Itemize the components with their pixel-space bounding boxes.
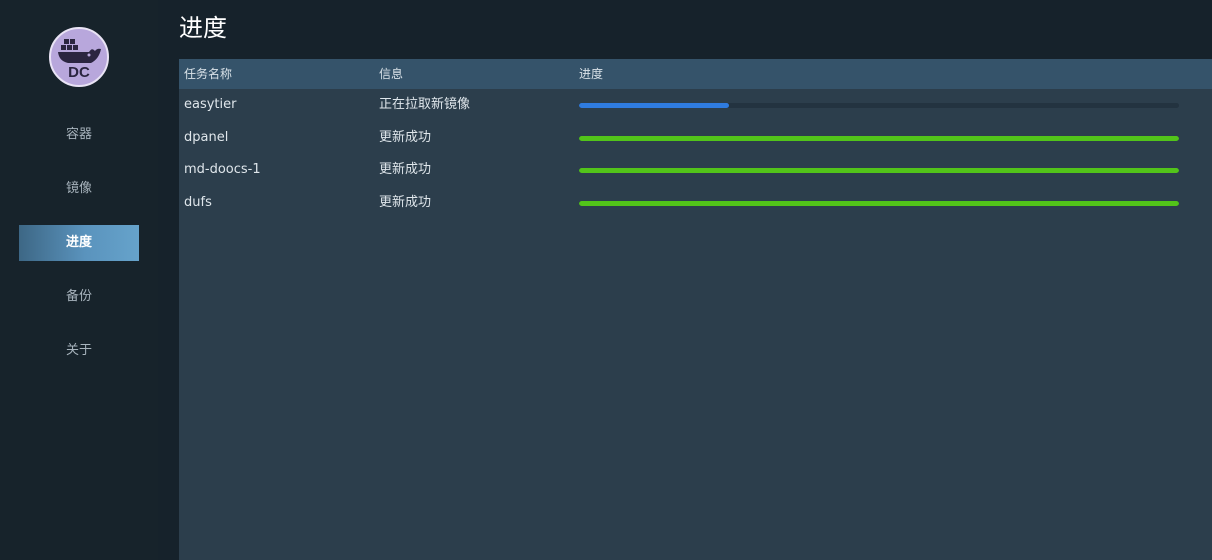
column-header-progress: 进度 [579, 67, 604, 81]
task-name: easytier [184, 97, 237, 112]
progress-bar-fill [579, 103, 729, 108]
sidebar-item-containers[interactable]: 容器 [19, 117, 139, 153]
column-header-task-name: 任务名称 [184, 67, 233, 81]
sidebar-item-backup[interactable]: 备份 [19, 279, 139, 315]
progress-bar [579, 168, 1179, 173]
sidebar: DC 容器 镜像 进度 备份 关于 [0, 0, 158, 560]
logo-text: DC [68, 64, 90, 81]
task-info: 更新成功 [379, 129, 432, 145]
table-row[interactable]: dpanel 更新成功 [179, 122, 1212, 155]
task-info: 更新成功 [379, 162, 432, 177]
task-name: dufs [184, 194, 212, 210]
docker-logo-icon: DC [49, 27, 109, 87]
progress-bar [579, 103, 1179, 108]
sidebar-item-progress[interactable]: 进度 [19, 225, 139, 261]
table-row[interactable]: easytier 正在拉取新镜像 [179, 89, 1212, 122]
progress-bar [579, 200, 1179, 206]
task-info: 正在拉取新镜像 [379, 97, 471, 112]
page-title: 进度 [179, 14, 227, 42]
sidebar-item-images[interactable]: 镜像 [19, 171, 139, 207]
task-name: md-doocs-1 [184, 162, 261, 177]
table-header: 任务名称 信息 进度 [179, 59, 1212, 89]
progress-bar-fill [579, 168, 1179, 173]
progress-bar-fill [579, 200, 1179, 206]
table-row[interactable]: dufs 更新成功 [179, 187, 1212, 220]
task-name: dpanel [184, 129, 229, 145]
column-header-info: 信息 [379, 67, 404, 81]
sidebar-item-about[interactable]: 关于 [19, 333, 139, 369]
progress-table: 任务名称 信息 进度 easytier 正在拉取新镜像 dpanel 更新成功 … [179, 59, 1212, 560]
table-row[interactable]: md-doocs-1 更新成功 [179, 154, 1212, 187]
progress-bar-fill [579, 135, 1179, 141]
progress-bar [579, 135, 1179, 141]
task-info: 更新成功 [379, 194, 432, 210]
